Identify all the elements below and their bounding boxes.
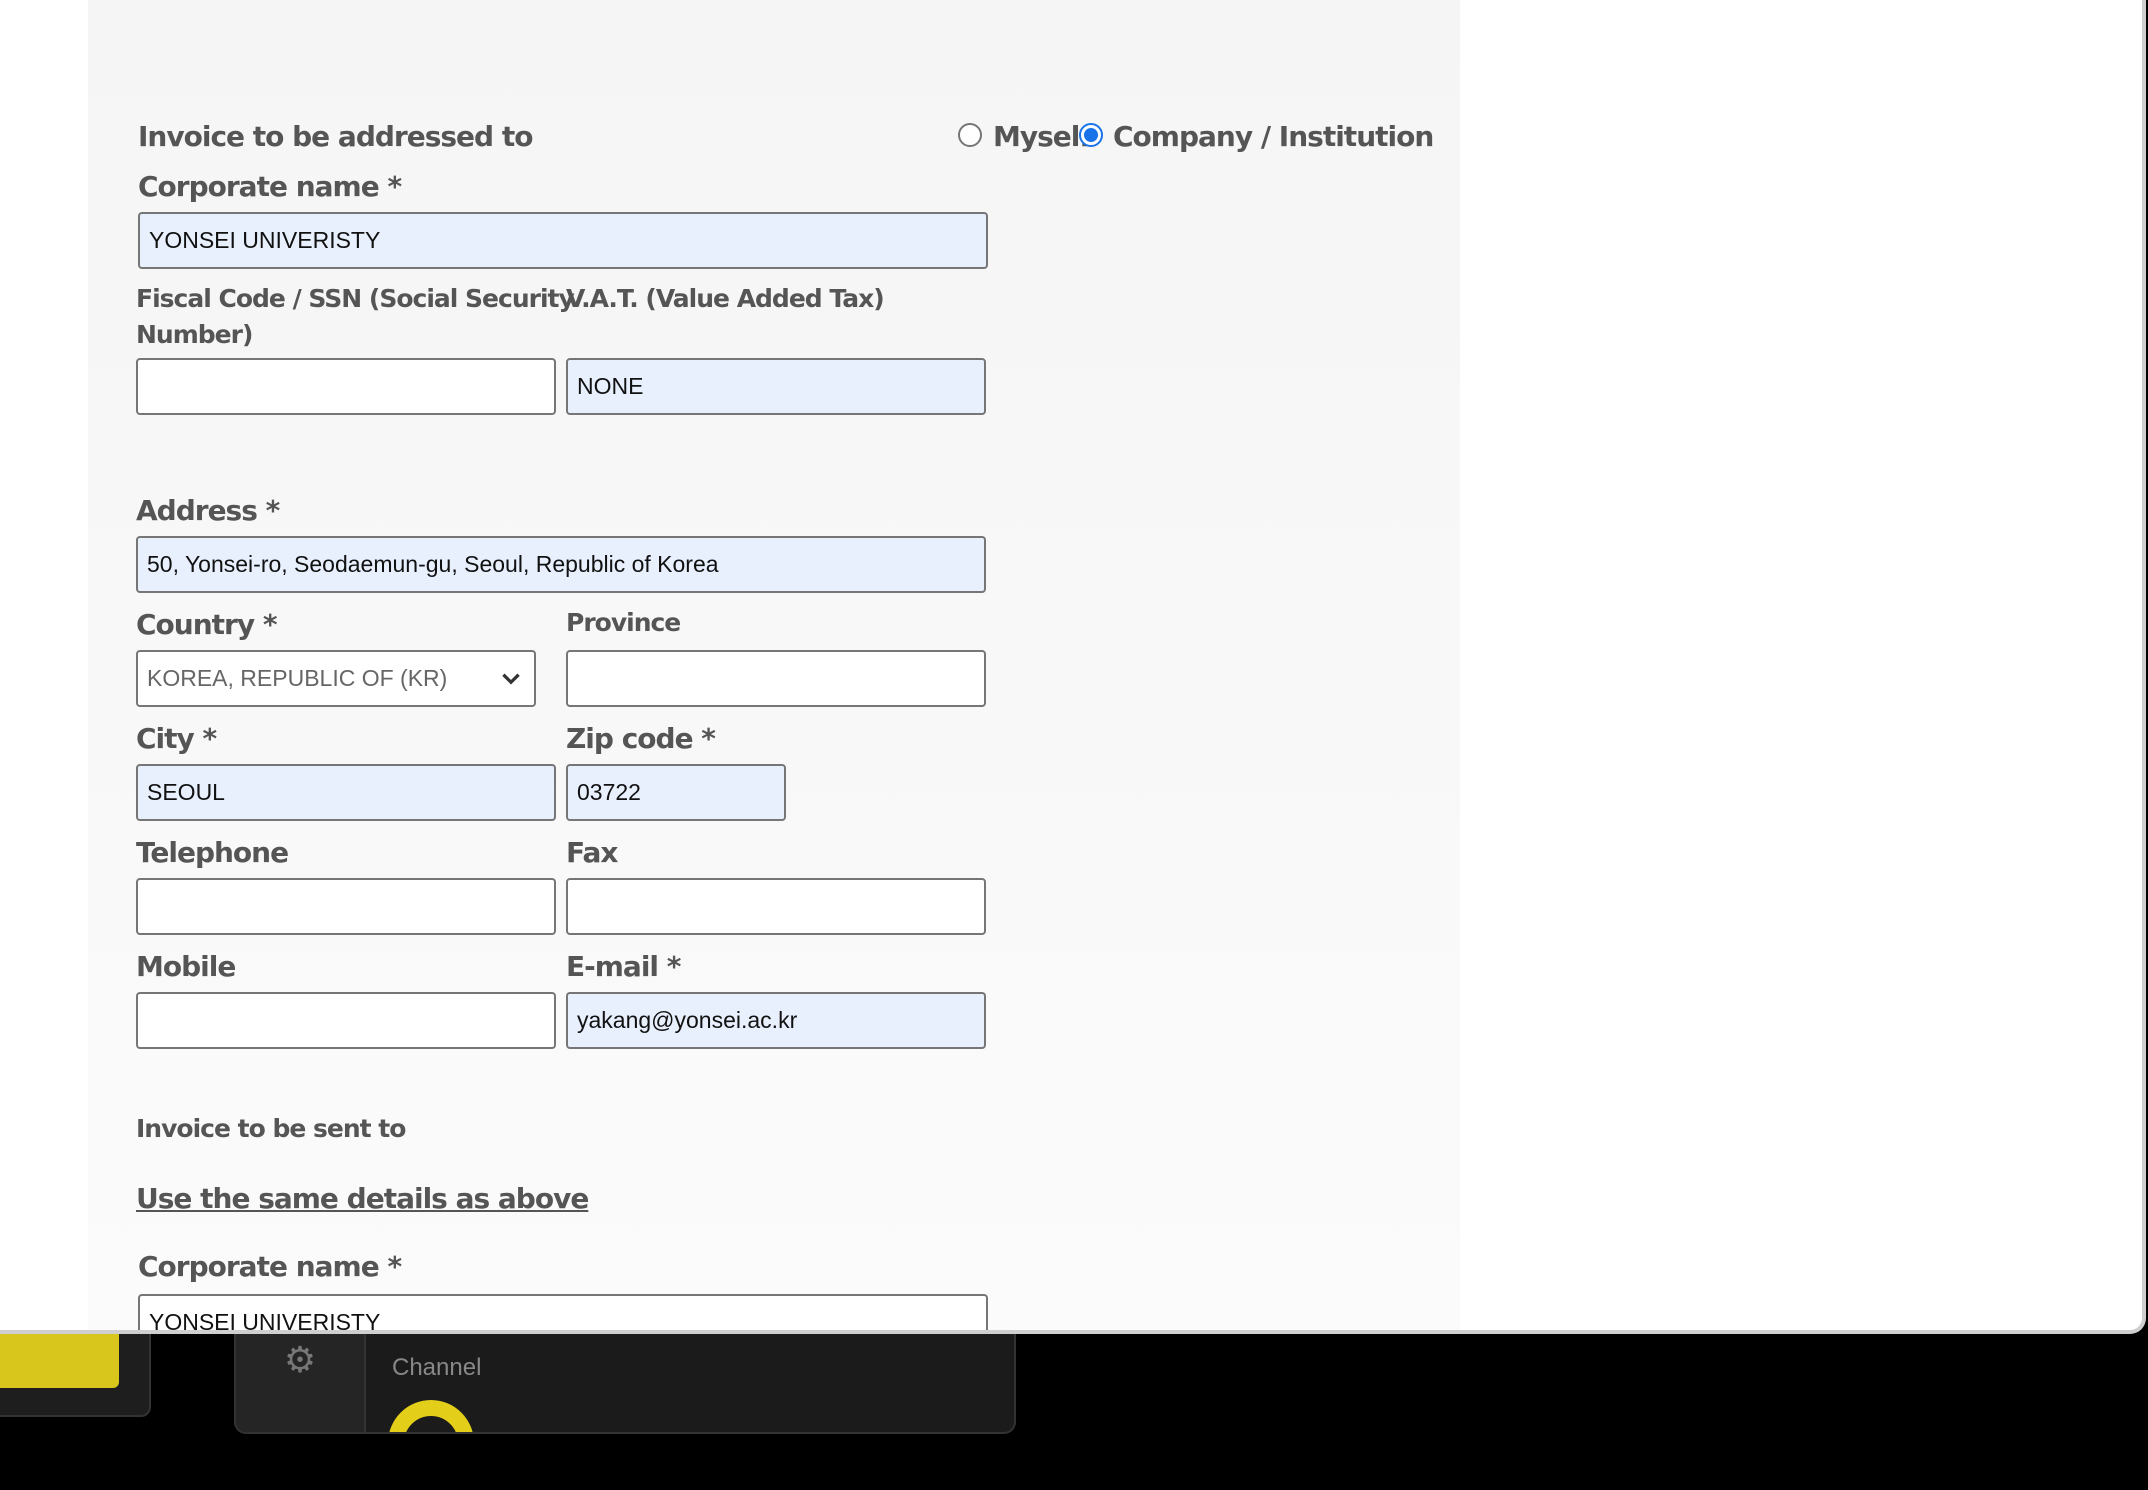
corporate-name-input[interactable]: YONSEI UNIVERISTY <box>138 212 988 269</box>
radio-myself-label[interactable]: Myself <box>993 120 1092 153</box>
city-label: City * <box>136 722 217 755</box>
sent-corporate-name-input[interactable]: YONSEI UNIVERISTY <box>138 1294 988 1330</box>
country-select-value: KOREA, REPUBLIC OF (KR) <box>147 665 448 691</box>
fiscal-code-input[interactable] <box>136 358 556 415</box>
city-input[interactable]: SEOUL <box>136 764 556 821</box>
fiscal-code-label-line1: Fiscal Code / SSN (Social Security <box>136 284 575 313</box>
channel-label: Channel <box>392 1354 482 1381</box>
vat-label: V.A.T. (Value Added Tax) <box>566 284 885 313</box>
fiscal-code-label-line2: Number) <box>136 320 253 349</box>
zip-code-label: Zip code * <box>566 722 716 755</box>
province-input[interactable] <box>566 650 986 707</box>
province-label: Province <box>566 608 681 637</box>
radio-company-institution[interactable] <box>1079 123 1103 147</box>
invoice-sent-heading: Invoice to be sent to <box>136 1114 406 1143</box>
telephone-input[interactable] <box>136 878 556 935</box>
invoice-addressed-heading: Invoice to be addressed to <box>138 120 533 153</box>
mobile-label: Mobile <box>136 950 236 983</box>
chevron-down-icon <box>502 673 520 685</box>
address-label: Address * <box>136 494 280 527</box>
corporate-name-label: Corporate name * <box>138 170 402 203</box>
radio-myself[interactable] <box>958 123 982 147</box>
address-input[interactable]: 50, Yonsei-ro, Seodaemun-gu, Seoul, Repu… <box>136 536 986 593</box>
invoice-modal: Invoice to be addressed to Myself Compan… <box>0 0 2146 1334</box>
vat-input[interactable]: NONE <box>566 358 986 415</box>
invoice-form-panel: Invoice to be addressed to Myself Compan… <box>88 0 1460 1330</box>
telephone-label: Telephone <box>136 836 289 869</box>
country-select[interactable]: KOREA, REPUBLIC OF (KR) <box>136 650 536 707</box>
use-same-details-link[interactable]: Use the same details as above <box>136 1182 589 1215</box>
fax-input[interactable] <box>566 878 986 935</box>
gear-icon[interactable]: ⚙ <box>280 1340 320 1380</box>
country-label: Country * <box>136 608 277 641</box>
channel-ring-icon <box>388 1400 474 1432</box>
radio-company-institution-label[interactable]: Company / Institution <box>1113 120 1434 153</box>
mobile-input[interactable] <box>136 992 556 1049</box>
email-label: E-mail * <box>566 950 681 983</box>
fax-label: Fax <box>566 836 618 869</box>
sent-corporate-name-label: Corporate name * <box>138 1250 402 1283</box>
zip-code-input[interactable]: 03722 <box>566 764 786 821</box>
email-input[interactable]: yakang@yonsei.ac.kr <box>566 992 986 1049</box>
